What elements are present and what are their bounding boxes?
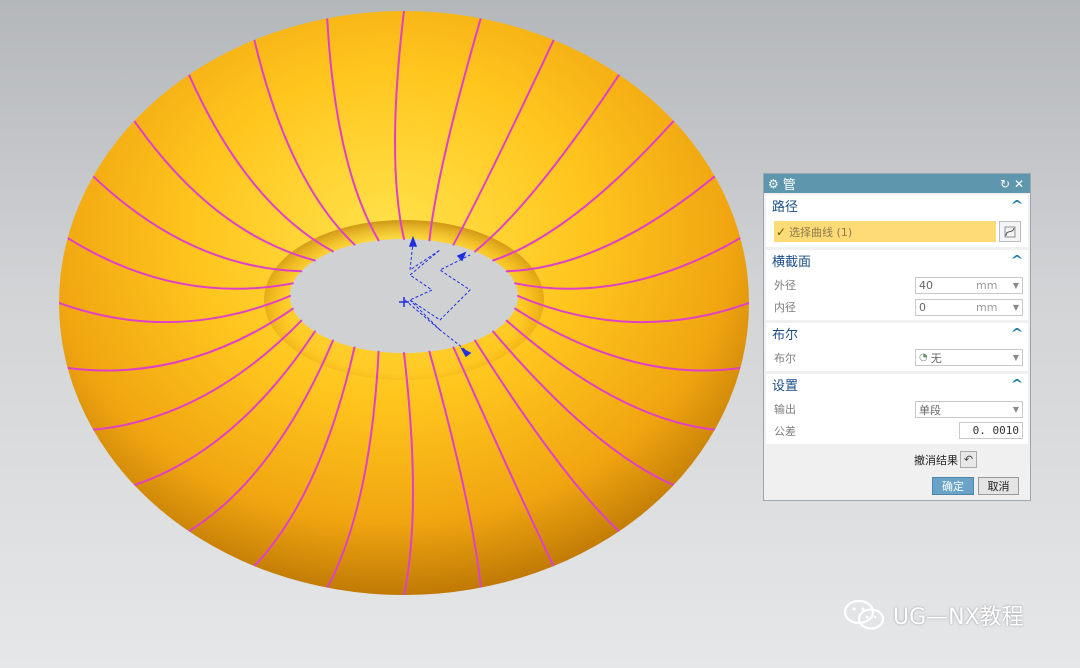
boolean-value: 无: [930, 351, 942, 365]
tolerance-label: 公差: [774, 425, 796, 438]
output-select[interactable]: 单段 ▼: [915, 401, 1023, 418]
undo-icon[interactable]: ↶: [960, 451, 977, 468]
reset-icon[interactable]: ↻: [998, 177, 1012, 191]
curve-select-button[interactable]: [999, 221, 1021, 242]
undo-result-row: 撤消结果 ↶: [914, 451, 977, 468]
section-path: 路径 ^ ✓ 选择曲线 (1): [766, 195, 1028, 247]
pipe-dialog: ⚙ 管 ↻ ✕ 路径 ^ ✓ 选择曲线 (1) 横截面 ^ 外径 40 mm ▼…: [763, 173, 1031, 501]
section-boolean-header[interactable]: 布尔 ^: [766, 323, 1028, 343]
select-curve-label: 选择曲线 (1): [789, 225, 853, 239]
outer-diameter-label: 外径: [774, 279, 796, 292]
inner-diameter-unit[interactable]: mm: [976, 301, 1010, 314]
outer-diameter-unit[interactable]: mm: [976, 279, 1010, 292]
chevron-down-icon[interactable]: ▼: [1010, 353, 1022, 362]
select-curve-field[interactable]: ✓ 选择曲线 (1): [774, 221, 996, 242]
section-cross-section-heading: 横截面: [772, 254, 812, 270]
boolean-label: 布尔: [774, 352, 796, 365]
section-path-header[interactable]: 路径 ^: [766, 195, 1028, 215]
outer-diameter-value: 40: [919, 279, 933, 292]
section-boolean: 布尔 ^ 布尔 ◔ 无 ▼: [766, 323, 1028, 371]
chevron-down-icon[interactable]: ▼: [1010, 405, 1022, 414]
gear-icon[interactable]: ⚙: [768, 177, 779, 191]
output-value: 单段: [919, 403, 941, 417]
section-settings: 设置 ^ 输出 单段 ▼ 公差 0. 0010: [766, 374, 1028, 444]
torus-hole: [290, 239, 518, 353]
dialog-titlebar[interactable]: ⚙ 管 ↻ ✕: [764, 174, 1030, 193]
collapse-chevron-icon[interactable]: ^: [1010, 198, 1023, 212]
boolean-none-icon: ◔: [919, 352, 928, 363]
dialog-title: 管: [782, 178, 796, 193]
section-cross-section-header[interactable]: 横截面 ^: [766, 250, 1028, 270]
collapse-chevron-icon[interactable]: ^: [1010, 253, 1023, 267]
curve-icon: [1004, 226, 1016, 237]
wechat-icon: [843, 599, 885, 630]
inner-diameter-value: 0: [919, 301, 926, 314]
section-settings-heading: 设置: [772, 378, 799, 394]
ok-button[interactable]: 确定: [932, 477, 974, 495]
chevron-down-icon[interactable]: ▼: [1010, 281, 1022, 290]
collapse-chevron-icon[interactable]: ^: [1010, 377, 1023, 391]
inner-diameter-input[interactable]: 0 mm ▼: [915, 299, 1023, 316]
check-icon: ✓: [776, 224, 787, 239]
section-boolean-heading: 布尔: [772, 327, 799, 343]
watermark: UG—NX教程: [843, 598, 1024, 632]
watermark-text: UG—NX教程: [893, 605, 1024, 630]
collapse-chevron-icon[interactable]: ^: [1010, 326, 1023, 340]
chevron-down-icon[interactable]: ▼: [1010, 303, 1022, 312]
boolean-select[interactable]: ◔ 无 ▼: [915, 349, 1023, 366]
outer-diameter-input[interactable]: 40 mm ▼: [915, 277, 1023, 294]
section-settings-header[interactable]: 设置 ^: [766, 374, 1028, 394]
section-path-heading: 路径: [772, 199, 799, 215]
output-label: 输出: [774, 403, 796, 416]
tolerance-value: 0. 0010: [972, 424, 1019, 437]
undo-result-label: 撤消结果: [914, 453, 958, 467]
inner-diameter-label: 内径: [774, 301, 796, 314]
tolerance-input[interactable]: 0. 0010: [959, 422, 1023, 439]
section-cross-section: 横截面 ^ 外径 40 mm ▼ 内径 0 mm ▼: [766, 250, 1028, 320]
close-icon[interactable]: ✕: [1012, 177, 1026, 191]
cancel-button[interactable]: 取消: [978, 477, 1019, 495]
